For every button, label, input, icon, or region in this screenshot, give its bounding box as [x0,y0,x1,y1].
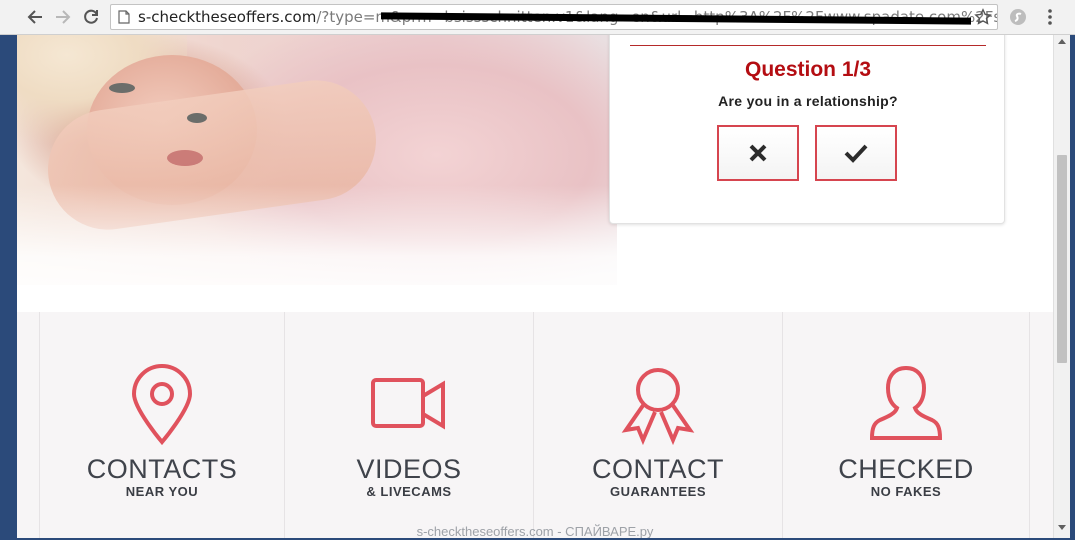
scroll-thumb[interactable] [1057,155,1067,363]
feature-title: CONTACT [592,454,724,484]
feature-title: CHECKED [838,454,974,484]
question-box: Question 1/3 Are you in a relationship? [609,35,1005,224]
feature-subtitle: GUARANTEES [609,484,706,499]
award-ribbon-icon [621,368,695,446]
feature-subtitle: NO FAKES [870,484,942,499]
browser-toolbar: s-checktheseoffers.com/?type=m&prm=bsiss… [0,0,1075,35]
arrow-right-icon [56,10,71,24]
map-pin-icon [131,364,193,446]
check-icon [844,144,868,163]
vertical-scrollbar[interactable] [1053,35,1070,538]
scroll-up-arrow-icon[interactable] [1058,39,1066,44]
feature-subtitle: & LIVECAMS [366,484,452,499]
question-title: Question 1/3 [744,58,872,81]
feature-guarantees: CONTACT GUARANTEES [533,312,782,538]
reload-button[interactable] [80,6,102,28]
features-section: CONTACTS NEAR YOU VIDEOS & LIVECAMS CONT… [17,312,1053,538]
cross-icon [749,144,767,162]
answer-yes-button[interactable] [815,125,897,181]
feature-subtitle: NEAR YOU [125,484,199,499]
reload-icon [84,9,98,24]
video-camera-icon [371,378,445,430]
window-frame [1070,35,1075,540]
feature-videos: VIDEOS & LIVECAMS [284,312,533,538]
star-icon[interactable] [974,8,992,26]
url-host: s-checktheseoffers.com [138,8,317,26]
forward-button[interactable] [52,6,74,28]
scroll-down-arrow-icon[interactable] [1058,525,1066,530]
page-viewport: Question 1/3 Are you in a relationship? … [17,35,1053,538]
kebab-menu-icon[interactable] [1040,7,1060,27]
feature-title: CONTACTS [86,454,238,484]
watermark-text: s-checktheseoffers.com - СПАЙВАРЕ.ру [416,524,654,538]
question-prompt: Are you in a relationship? [718,93,898,109]
feature-title: VIDEOS [356,454,462,484]
address-bar[interactable]: s-checktheseoffers.com/?type=m&prm=bsiss… [110,4,998,30]
answer-no-button[interactable] [717,125,799,181]
extension-icon[interactable] [1008,7,1028,27]
hero-banner: Question 1/3 Are you in a relationship? [17,35,1053,312]
question-divider [630,45,986,46]
back-button[interactable] [24,6,46,28]
feature-contacts: CONTACTS NEAR YOU [39,312,284,538]
user-silhouette-icon [869,365,943,440]
arrow-left-icon [27,10,42,24]
feature-checked: CHECKED NO FAKES [782,312,1030,538]
page-icon [118,10,130,24]
